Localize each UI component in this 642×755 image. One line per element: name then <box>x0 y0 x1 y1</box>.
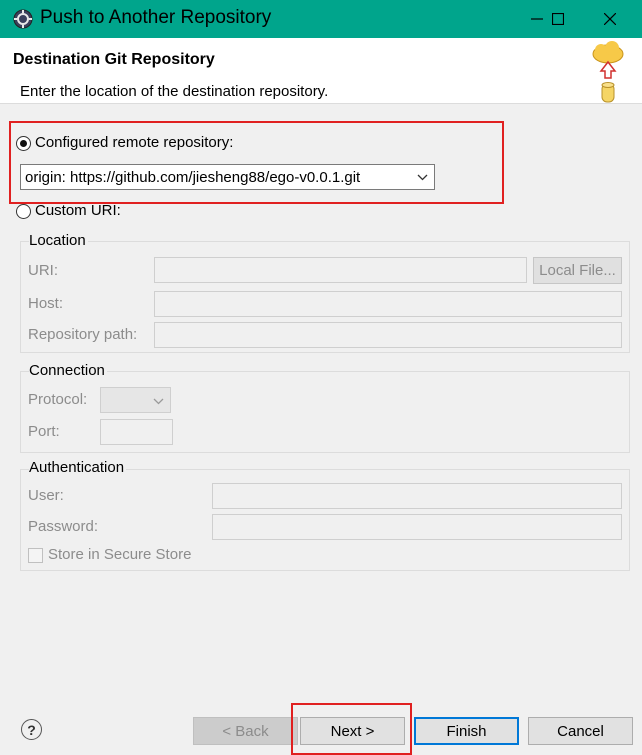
protocol-select[interactable] <box>100 387 171 413</box>
page-description: Enter the location of the destination re… <box>20 83 329 100</box>
cancel-button[interactable]: Cancel <box>528 717 633 745</box>
location-group-title: Location <box>29 232 88 249</box>
help-icon[interactable]: ? <box>21 719 42 740</box>
title-bar: Push to Another Repository <box>0 0 642 38</box>
back-button[interactable]: < Back <box>193 717 298 745</box>
user-label: User: <box>28 487 64 504</box>
maximize-button[interactable] <box>535 0 581 38</box>
highlight-box-remote <box>9 121 504 204</box>
authentication-group-title: Authentication <box>29 459 127 476</box>
chevron-down-icon <box>153 398 164 405</box>
finish-button[interactable]: Finish <box>414 717 519 745</box>
local-file-button[interactable]: Local File... <box>533 257 622 284</box>
uri-input[interactable] <box>154 257 527 283</box>
store-secure-checkbox[interactable] <box>28 548 43 563</box>
maximize-icon <box>552 13 564 25</box>
repository-path-label: Repository path: <box>28 326 138 343</box>
eclipse-gear-icon <box>13 9 33 29</box>
store-secure-label: Store in Secure Store <box>48 546 192 563</box>
user-input[interactable] <box>212 483 622 509</box>
port-input[interactable] <box>100 419 173 445</box>
cloud-upload-repository-icon <box>592 41 624 103</box>
close-button[interactable] <box>587 0 633 38</box>
custom-uri-radio[interactable] <box>16 204 31 219</box>
highlight-box-next <box>291 703 412 755</box>
repository-path-input[interactable] <box>154 322 622 348</box>
wizard-header: Destination Git Repository Enter the loc… <box>0 38 642 104</box>
host-input[interactable] <box>154 291 622 317</box>
password-label: Password: <box>28 518 99 535</box>
uri-label: URI: <box>28 262 58 279</box>
protocol-label: Protocol: <box>28 391 88 408</box>
host-label: Host: <box>28 295 64 312</box>
password-input[interactable] <box>212 514 622 540</box>
close-icon <box>604 13 616 25</box>
page-title: Destination Git Repository <box>13 51 215 68</box>
connection-group-title: Connection <box>29 362 107 379</box>
window-title: Push to Another Repository <box>40 7 272 28</box>
port-label: Port: <box>28 423 60 440</box>
custom-uri-label: Custom URI: <box>35 202 121 219</box>
